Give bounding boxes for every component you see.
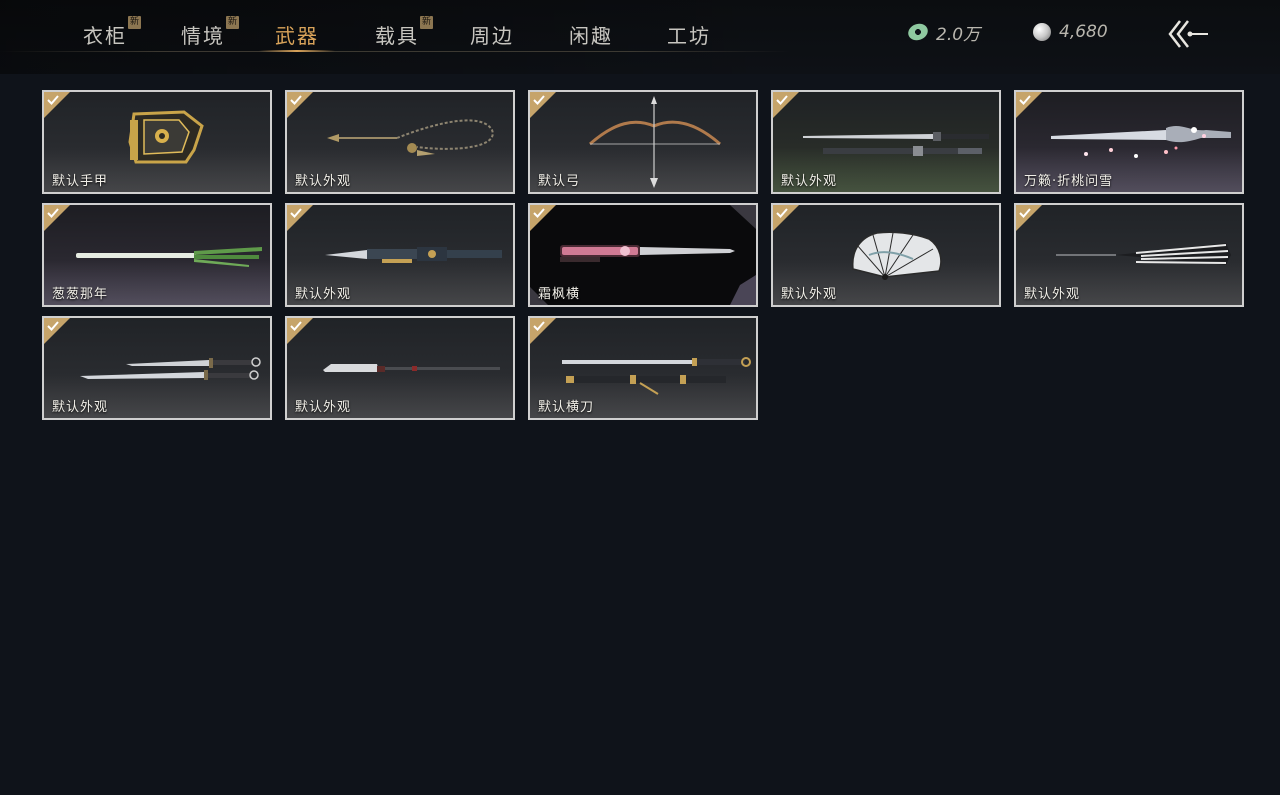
tab-workshop[interactable]: 工坊 (667, 20, 711, 50)
weapon-name: 默认手甲 (52, 174, 109, 189)
weapon-card[interactable]: 默认手甲 (42, 90, 272, 194)
tab-leisure[interactable]: 闲趣 (569, 20, 613, 50)
weapon-card[interactable]: 默认外观 (771, 203, 1001, 307)
tab-label: 工坊 (667, 24, 711, 48)
check-icon (776, 95, 788, 105)
jade-amount: 2.0万 (936, 24, 981, 45)
top-bar: 衣柜 新 情境 新 武器 载具 新 周边 闲趣 工坊 2.0万 4,680 (0, 0, 1280, 74)
weapon-name: 默认外观 (1024, 287, 1081, 302)
jade-coin-icon (905, 21, 931, 43)
weapon-card[interactable]: 默认外观 (285, 316, 515, 420)
tab-label: 情境 (181, 24, 225, 48)
new-badge: 新 (420, 16, 433, 29)
tab-label: 载具 (375, 24, 419, 48)
check-icon (1019, 95, 1031, 105)
check-icon (533, 208, 545, 218)
new-badge: 新 (226, 16, 239, 29)
pearl-icon (1033, 23, 1051, 41)
weapon-name: 默认外观 (781, 287, 838, 302)
tab-divider (0, 51, 790, 52)
tab-label: 闲趣 (569, 24, 613, 48)
check-icon (776, 208, 788, 218)
weapon-card[interactable]: 葱葱那年 (42, 203, 272, 307)
tab-weapons[interactable]: 武器 (259, 20, 335, 52)
check-icon (1019, 208, 1031, 218)
check-icon (47, 321, 59, 331)
check-icon (47, 208, 59, 218)
weapon-card[interactable]: 默认外观 (1014, 203, 1244, 307)
weapon-card[interactable]: 默认横刀 (528, 316, 758, 420)
check-icon (290, 95, 302, 105)
weapon-name: 默认外观 (52, 400, 109, 415)
pearl-amount: 4,680 (1059, 22, 1108, 42)
new-badge: 新 (128, 16, 141, 29)
tab-label: 周边 (470, 24, 514, 48)
tab-wardrobe[interactable]: 衣柜 新 (83, 16, 141, 50)
weapon-card[interactable]: 默认外观 (285, 203, 515, 307)
weapon-card[interactable]: 万籁·折桃问雪 (1014, 90, 1244, 194)
check-icon (533, 95, 545, 105)
weapon-name: 默认外观 (295, 287, 352, 302)
weapon-name: 默认外观 (295, 174, 352, 189)
tab-vehicles[interactable]: 载具 新 (375, 16, 433, 50)
jade-currency[interactable]: 2.0万 (905, 20, 981, 45)
tab-label: 武器 (275, 24, 319, 48)
check-icon (290, 321, 302, 331)
weapon-card[interactable]: 默认外观 (771, 90, 1001, 194)
weapon-name: 霜枫横 (538, 287, 581, 302)
tab-scene[interactable]: 情境 新 (181, 16, 239, 50)
weapon-name: 默认弓 (538, 174, 581, 189)
weapon-name: 默认外观 (295, 400, 352, 415)
tab-accessories[interactable]: 周边 (470, 20, 514, 50)
pearl-currency[interactable]: 4,680 (1033, 20, 1108, 44)
tab-label: 衣柜 (83, 24, 127, 48)
back-arrow-icon (1168, 20, 1208, 48)
weapon-card[interactable]: 默认外观 (42, 316, 272, 420)
weapon-name: 默认横刀 (538, 400, 595, 415)
weapon-name: 默认外观 (781, 174, 838, 189)
weapon-name: 万籁·折桃问雪 (1024, 174, 1114, 189)
weapon-card[interactable]: 默认外观 (285, 90, 515, 194)
check-icon (47, 95, 59, 105)
check-icon (533, 321, 545, 331)
back-button[interactable] (1166, 18, 1210, 50)
weapon-card[interactable]: 默认弓 (528, 90, 758, 194)
weapon-card[interactable]: 霜枫横 (528, 203, 758, 307)
active-tab-underline (259, 50, 335, 52)
weapon-name: 葱葱那年 (52, 287, 109, 302)
check-icon (290, 208, 302, 218)
